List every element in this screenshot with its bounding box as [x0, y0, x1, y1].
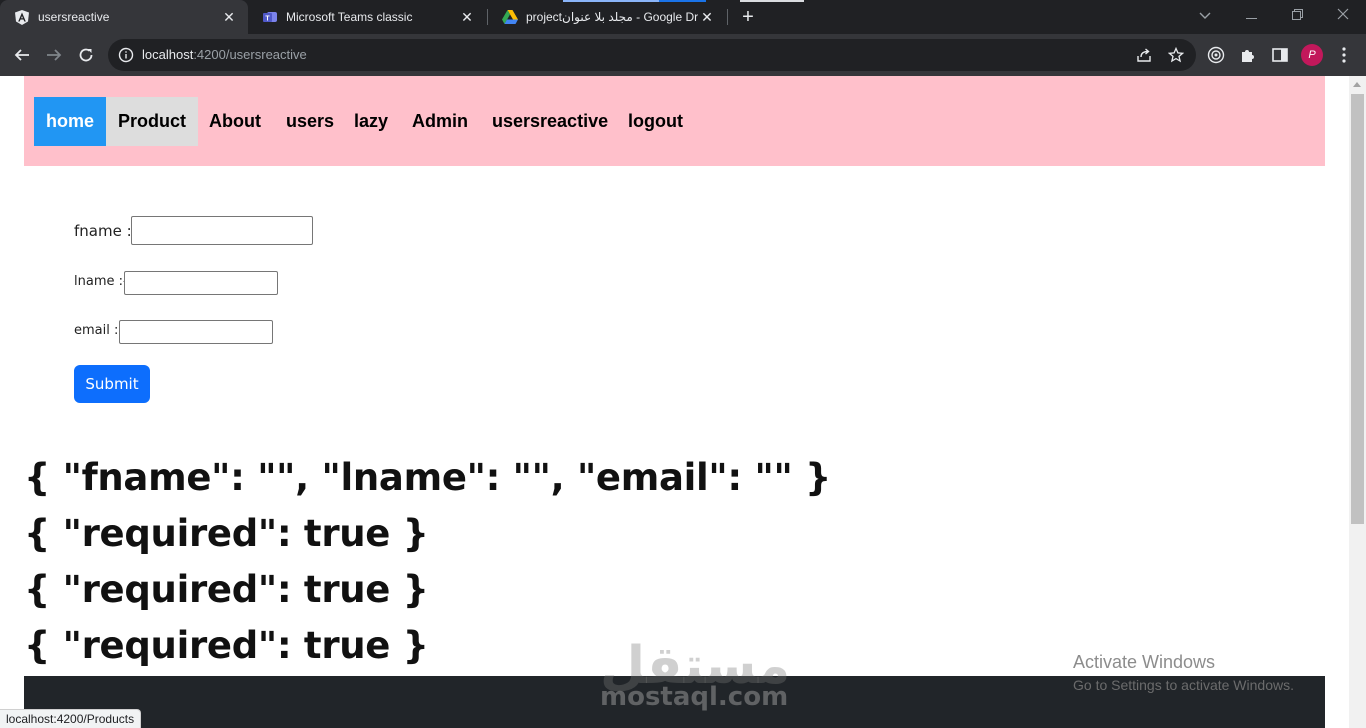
nav-link-admin[interactable]: Admin	[400, 97, 480, 146]
nav-link-usersreactive[interactable]: usersreactive	[480, 97, 620, 146]
google-drive-icon	[502, 9, 518, 25]
nav-link-about[interactable]: About	[197, 97, 273, 146]
back-arrow-icon[interactable]	[8, 41, 36, 69]
new-tab-button[interactable]: +	[736, 5, 760, 29]
url-host: localhost	[142, 47, 194, 62]
close-tab-icon[interactable]: ✕	[458, 8, 476, 26]
nav-link-users[interactable]: users	[274, 97, 346, 146]
scroll-up-arrow-icon[interactable]	[1353, 82, 1361, 87]
tab-search-chevron-icon[interactable]	[1182, 0, 1228, 30]
side-panel-icon[interactable]	[1270, 45, 1290, 65]
close-tab-icon[interactable]: ✕	[698, 8, 716, 26]
url-text[interactable]: localhost:4200/usersreactive	[142, 39, 307, 71]
profile-avatar[interactable]: P	[1301, 44, 1323, 66]
tab-indicator-light	[740, 0, 804, 2]
mostaql-watermark-url: mostaql.com	[600, 682, 789, 712]
extensions-puzzle-icon[interactable]	[1238, 45, 1258, 65]
browser-tab-strip: usersreactive ✕ T Microsoft Teams classi…	[0, 0, 1366, 34]
fname-errors-json: { "required": true }	[24, 512, 429, 555]
url-path: :4200/usersreactive	[193, 47, 307, 62]
tab-teams[interactable]: T Microsoft Teams classic ✕	[248, 0, 486, 34]
lname-label: lname :-	[74, 274, 128, 289]
address-bar[interactable]: localhost:4200/usersreactive	[108, 39, 1196, 71]
scrollbar-thumb[interactable]	[1351, 94, 1364, 524]
bookmark-star-icon[interactable]	[1167, 46, 1185, 63]
tab-title: projectمجلد بلا عنوان - Google Dr	[526, 10, 698, 24]
fname-input[interactable]	[131, 216, 313, 245]
form-value-json: { "fname": "", "lname": "", "email": "" …	[24, 456, 832, 499]
fname-label: fname :-	[74, 222, 138, 240]
close-tab-icon[interactable]: ✕	[220, 8, 238, 26]
lname-errors-json: { "required": true }	[24, 568, 429, 611]
email-label: email :-	[74, 323, 124, 338]
activate-windows-title: Activate Windows	[1073, 652, 1216, 672]
tab-usersreactive[interactable]: usersreactive ✕	[0, 0, 248, 34]
svg-text:T: T	[265, 16, 270, 23]
site-info-icon[interactable]	[118, 47, 134, 63]
page-scrollbar[interactable]	[1349, 76, 1366, 728]
lname-input[interactable]	[124, 271, 278, 295]
email-errors-json: { "required": true }	[24, 624, 429, 667]
tab-google-drive[interactable]: projectمجلد بلا عنوان - Google Dr ✕	[488, 0, 726, 34]
teams-icon: T	[262, 9, 278, 25]
link-status-bar: localhost:4200/Products	[0, 709, 142, 728]
close-window-icon[interactable]	[1320, 0, 1366, 30]
submit-button[interactable]: Submit	[74, 365, 150, 403]
reload-icon[interactable]	[72, 41, 100, 69]
extension-target-icon[interactable]	[1206, 45, 1226, 65]
menu-kebab-icon[interactable]	[1334, 45, 1354, 65]
tab-separator	[727, 9, 728, 25]
nav-link-home[interactable]: home	[34, 97, 107, 146]
tab-title: Microsoft Teams classic	[286, 10, 413, 24]
email-input[interactable]	[119, 320, 273, 344]
page-viewport: home Product About users lazy Admin user…	[0, 76, 1349, 728]
nav-link-product[interactable]: Product	[106, 97, 199, 146]
browser-toolbar: localhost:4200/usersreactive P	[0, 34, 1366, 76]
site-navbar: home Product About users lazy Admin user…	[24, 76, 1325, 166]
angular-icon	[14, 9, 30, 25]
share-icon[interactable]	[1136, 47, 1152, 63]
nav-link-logout[interactable]: logout	[616, 97, 695, 146]
forward-arrow-icon[interactable]	[40, 41, 68, 69]
nav-link-lazy[interactable]: lazy	[342, 97, 400, 146]
activate-windows-subtitle: Go to Settings to activate Windows.	[1073, 677, 1294, 693]
restore-icon[interactable]	[1274, 0, 1320, 30]
tab-title: usersreactive	[38, 10, 110, 24]
activate-windows-notice: Activate Windows Go to Settings to activ…	[1073, 652, 1294, 693]
minimize-icon[interactable]	[1228, 0, 1274, 30]
